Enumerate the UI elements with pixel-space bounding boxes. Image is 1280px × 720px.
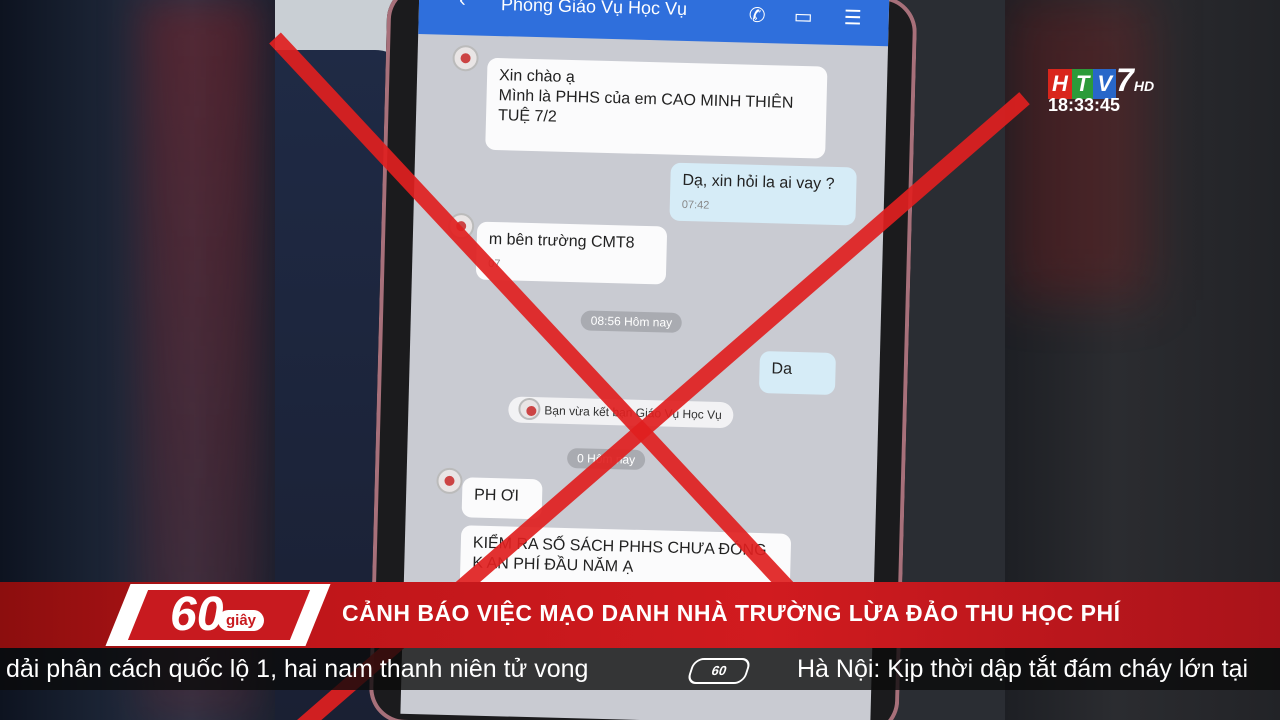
message-bubble-me: Dạ, xin hỏi la ai vay ? 07:42 [669, 162, 857, 226]
message-text: Dạ, xin hỏi la ai vay ? [682, 171, 835, 193]
message-bubble-me: Da [758, 351, 836, 395]
message-time: 07 [488, 254, 654, 278]
ticker-text: dải phân cách quốc lộ 1, hai nam thanh n… [6, 655, 589, 683]
headline-text: CẢNH BÁO VIỆC MẠO DANH NHÀ TRƯỜNG LỪA ĐẢ… [342, 600, 1121, 626]
video-icon[interactable]: ▭ [793, 4, 813, 29]
date-separator: 08:56 Hôm nay [580, 310, 683, 333]
ticker-logo: 60 [685, 658, 753, 684]
broadcast-clock: 18:33:45 [1048, 95, 1121, 115]
message-bubble: PH ƠI [461, 477, 543, 520]
back-arrow-icon[interactable]: ‹ [459, 0, 466, 12]
message-time: 07:42 [681, 198, 710, 212]
logo-number: 7 [1116, 62, 1134, 98]
logo-hd: HD [1133, 78, 1155, 94]
menu-icon[interactable]: ☰ [843, 5, 862, 30]
red-glow-right [1010, 0, 1150, 300]
chat-header: ‹ Phòng Giáo Vụ Học Vụ ✆ ▭ ☰ [418, 0, 890, 47]
contact-name: Phòng Giáo Vụ Học Vụ [500, 0, 688, 19]
news-ticker: dải phân cách quốc lộ 1, hai nam thanh n… [0, 648, 1280, 690]
message-text: Da [771, 360, 793, 378]
phone-icon[interactable]: ✆ [748, 3, 766, 28]
avatar [452, 44, 479, 72]
message-text: PH ƠI [473, 486, 520, 505]
message-text: m bên trường CMT8 [488, 230, 635, 252]
avatar [436, 467, 463, 495]
program-number: 60 [170, 588, 224, 641]
htv7-logo: H T V 7HD [1048, 62, 1198, 99]
ticker-text: Hà Nội: Kịp thời dập tắt đám cháy lớn tạ… [797, 655, 1249, 683]
program-word: giây [218, 610, 265, 631]
message-bubble: Xin chào ạ Mình là PHHS của em CAO MINH … [485, 57, 828, 159]
